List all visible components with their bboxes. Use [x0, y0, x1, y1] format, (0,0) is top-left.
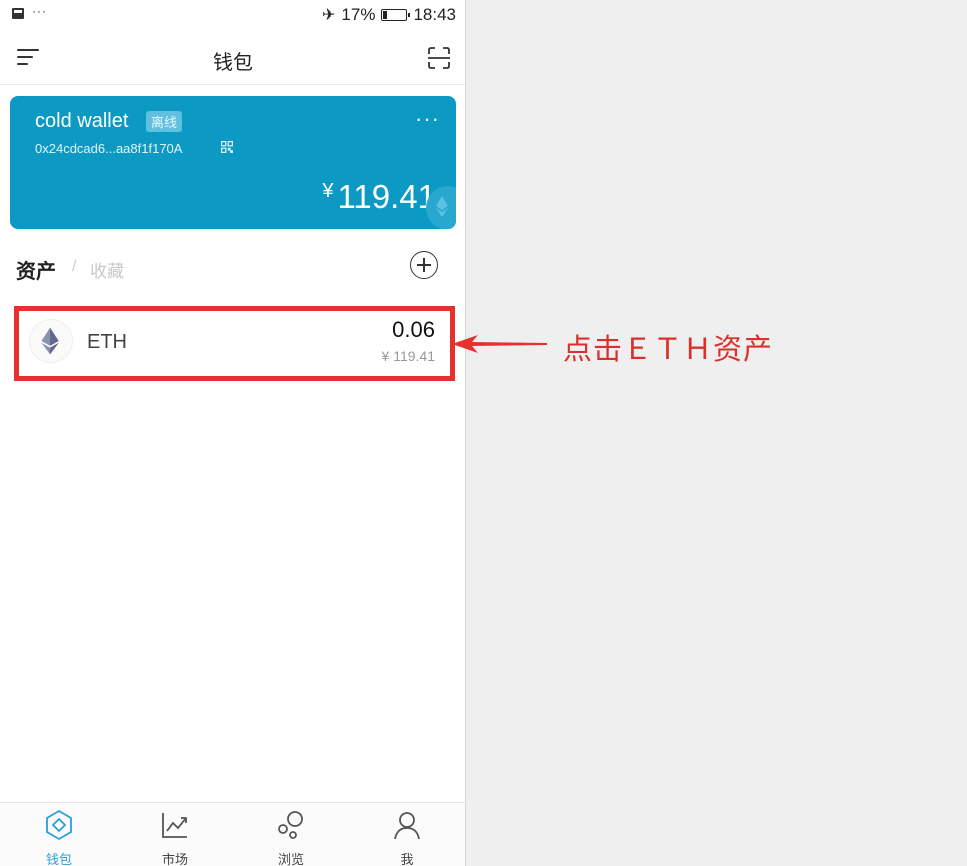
tab-wallet[interactable]: 钱包: [1, 803, 117, 866]
page-title: 钱包: [213, 52, 253, 74]
status-bar: ··· ✈ 17% 18:43: [0, 0, 465, 32]
profile-icon: [394, 812, 420, 840]
tab-browse[interactable]: 浏览: [233, 803, 349, 866]
status-bar-right: ✈ 17% 18:43: [322, 5, 456, 25]
tab-market-label: 市场: [161, 852, 188, 866]
ethereum-watermark-icon: [426, 186, 456, 229]
more-notifications-indicator: ···: [32, 4, 47, 18]
tab-browse-label: 浏览: [277, 852, 304, 866]
wallet-card[interactable]: cold wallet 离线 ··· 0x24cdcad6...aa8f1f17…: [10, 96, 456, 229]
gallery-notification-icon: [12, 7, 24, 19]
wallet-more-button[interactable]: ···: [415, 106, 440, 132]
battery-icon: [381, 9, 411, 21]
phone-screen: ··· ✈ 17% 18:43 钱包 cold wallet 离线 ··· 0x…: [0, 0, 466, 866]
tab-assets[interactable]: 资产: [16, 255, 56, 284]
add-asset-button[interactable]: [410, 251, 438, 279]
bottom-tab-bar: 钱包 市场 浏览 我: [0, 802, 465, 866]
wallet-icon: [46, 809, 72, 841]
annotation-highlight-box: [14, 306, 455, 381]
offline-badge: 离线: [146, 111, 183, 132]
battery-percent: 17%: [341, 5, 376, 24]
address-qr-icon[interactable]: [221, 141, 233, 153]
tab-separator: /: [72, 258, 77, 275]
battery-level-fill: [383, 11, 388, 19]
tab-me-label: 我: [400, 852, 414, 866]
wallet-address: 0x24cdcad6...aa8f1f170A: [35, 141, 183, 156]
annotation-text: 点击ＥＴＨ资产: [563, 332, 774, 366]
wallet-name: cold wallet: [35, 110, 129, 132]
tab-me[interactable]: 我: [349, 803, 465, 866]
status-time: 18:43: [413, 5, 456, 24]
market-chart-icon: [162, 813, 187, 838]
airplane-mode-icon: ✈: [322, 7, 336, 24]
scan-icon[interactable]: [427, 46, 451, 70]
tab-market[interactable]: 市场: [117, 803, 233, 866]
wallet-balance-value: 119.41: [337, 178, 436, 215]
status-bar-left: ···: [12, 4, 47, 20]
annotation-arrow: [452, 335, 547, 353]
nav-bar: 钱包: [0, 32, 465, 85]
currency-symbol: ¥: [322, 180, 334, 202]
tab-wallet-label: 钱包: [45, 852, 72, 866]
wallet-balance: ¥119.41: [322, 178, 436, 216]
tab-collectibles[interactable]: 收藏: [90, 257, 124, 282]
browse-bubbles-icon: [278, 811, 303, 839]
